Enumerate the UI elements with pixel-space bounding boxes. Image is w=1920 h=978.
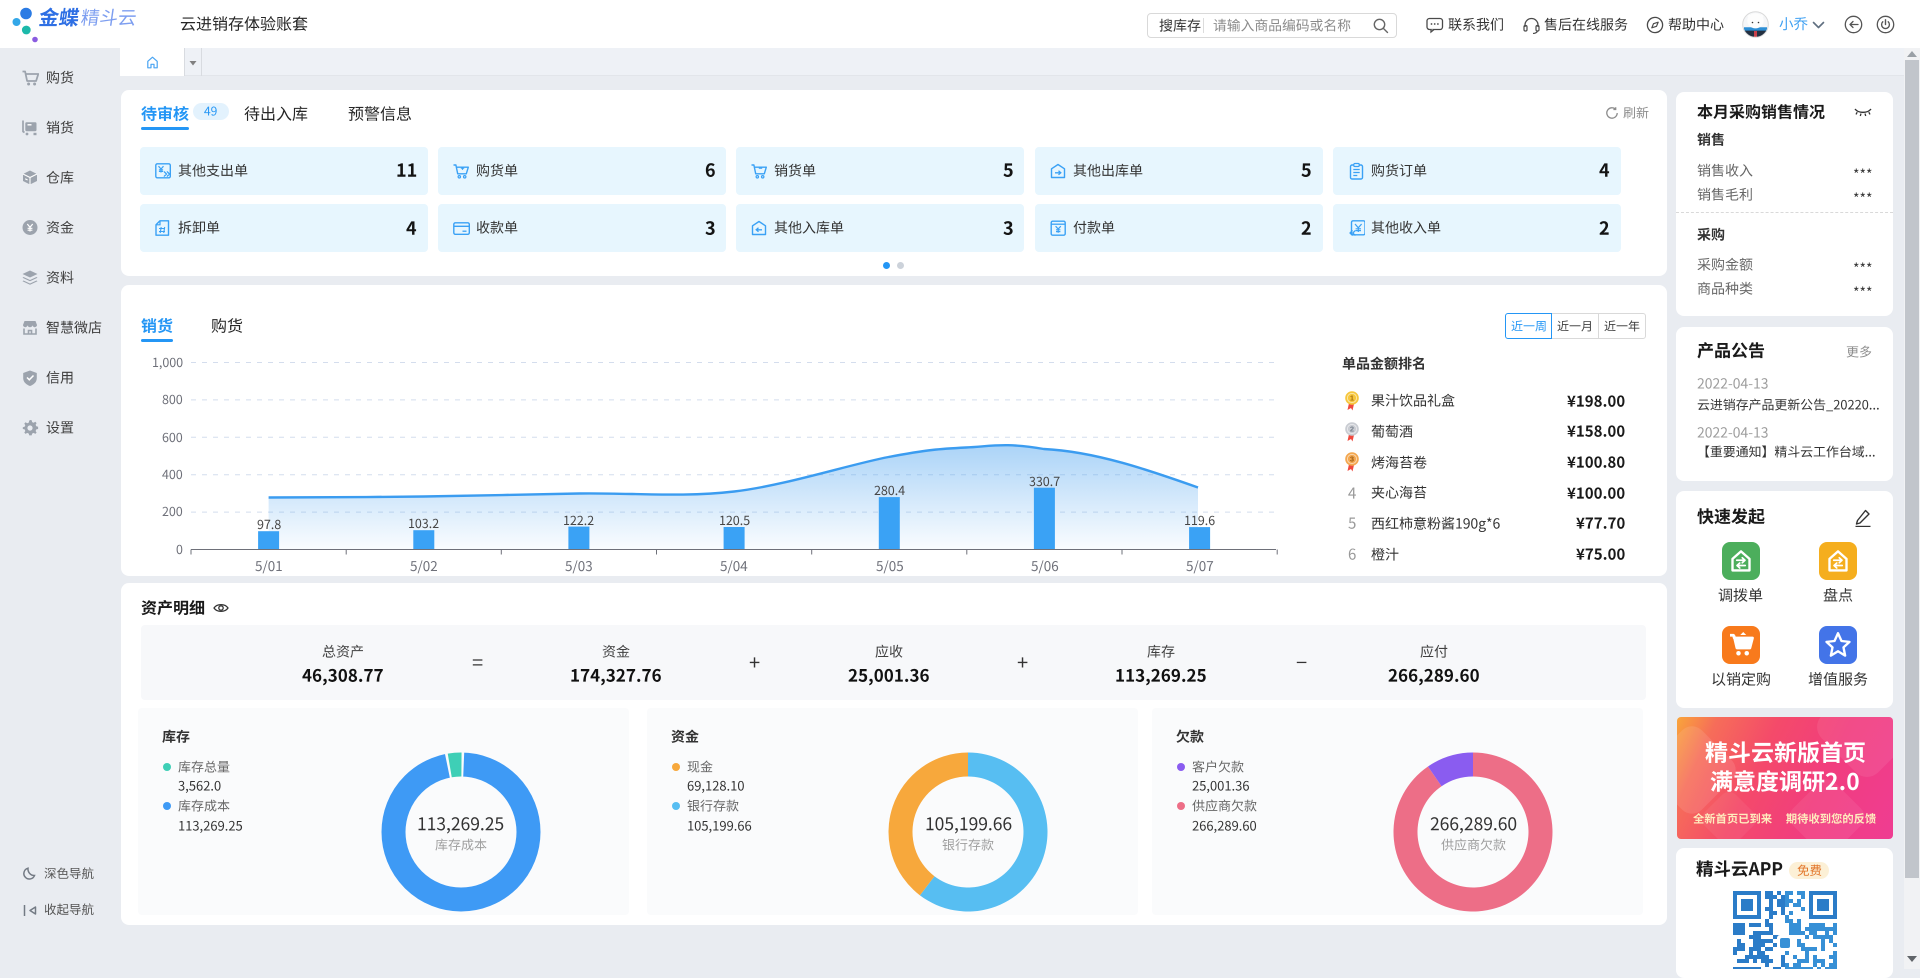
svg-text:1: 1 [1350, 394, 1354, 403]
svg-text:3: 3 [1350, 455, 1354, 464]
svg-text:2: 2 [1350, 424, 1354, 433]
